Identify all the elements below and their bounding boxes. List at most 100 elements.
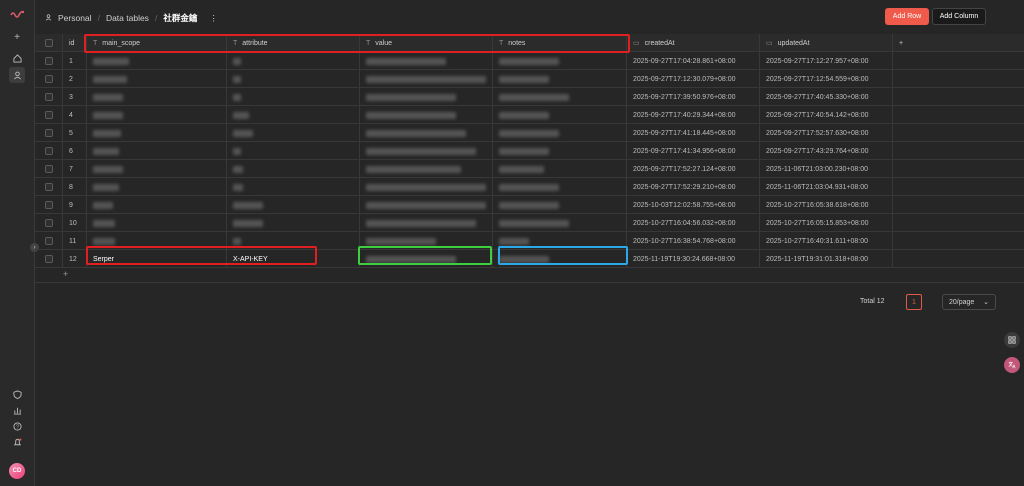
- cell-main-scope-redacted[interactable]: [87, 88, 227, 106]
- table-row[interactable]: 3 2025-09-27T17:39:50.976+08:00 2025-09-27…: [35, 88, 1024, 106]
- cell-value-redacted[interactable]: [360, 106, 493, 124]
- cell-updated-at[interactable]: 2025-09-27T17:12:54.559+08:00: [760, 70, 893, 88]
- table-row[interactable]: 9 2025-10-03T12:02:58.755+08:00 2025-10-27…: [35, 196, 1024, 214]
- cell-attribute-redacted[interactable]: [227, 124, 360, 142]
- row-checkbox[interactable]: [44, 147, 53, 155]
- breadcrumb-workspace[interactable]: Personal: [58, 13, 92, 23]
- page-size-select[interactable]: 20/page ⌄: [942, 294, 996, 310]
- row-select-cell[interactable]: [35, 178, 63, 196]
- row-select-cell[interactable]: [35, 70, 63, 88]
- row-checkbox[interactable]: [44, 57, 53, 65]
- row-checkbox[interactable]: [44, 219, 53, 227]
- row-checkbox[interactable]: [44, 75, 53, 83]
- cell-value-redacted[interactable]: [360, 196, 493, 214]
- table-row[interactable]: 1 2025-09-27T17:04:28.861+08:00 2025-09-27…: [35, 52, 1024, 70]
- row-select-cell[interactable]: [35, 106, 63, 124]
- cell-value-redacted[interactable]: [360, 70, 493, 88]
- logo-icon[interactable]: [9, 6, 25, 22]
- row-checkbox[interactable]: [44, 111, 53, 119]
- cell-main-scope-redacted[interactable]: [87, 70, 227, 88]
- cell-main-scope-redacted[interactable]: [87, 232, 227, 250]
- cell-attribute-redacted[interactable]: [227, 52, 360, 70]
- cell-notes-redacted[interactable]: [493, 88, 627, 106]
- cell-main-scope-redacted[interactable]: [87, 142, 227, 160]
- cell-value-redacted[interactable]: [360, 232, 493, 250]
- cell-updated-at[interactable]: 2025-09-27T17:40:54.142+08:00: [760, 106, 893, 124]
- cell-updated-at[interactable]: 2025-09-27T17:52:57.630+08:00: [760, 124, 893, 142]
- cell-updated-at[interactable]: 2025-09-27T17:40:45.330+08:00: [760, 88, 893, 106]
- row-checkbox[interactable]: [44, 129, 53, 137]
- table-row[interactable]: 11 2025-10-27T16:38:54.768+08:00 2025-10-2…: [35, 232, 1024, 250]
- table-row[interactable]: 8 2025-09-27T17:52:29.210+08:00 2025-11-06…: [35, 178, 1024, 196]
- add-column-plus-icon[interactable]: +: [893, 34, 1024, 52]
- cell-created-at[interactable]: 2025-09-27T17:41:18.445+08:00: [627, 124, 760, 142]
- cell-value-redacted[interactable]: [360, 142, 493, 160]
- more-options-icon[interactable]: ⋮: [209, 13, 218, 24]
- cell-updated-at[interactable]: 2025-09-27T17:12:27.957+08:00: [760, 52, 893, 70]
- cell-attribute-redacted[interactable]: [227, 106, 360, 124]
- help-icon[interactable]: ?: [9, 418, 25, 434]
- cell-notes-redacted[interactable]: [493, 52, 627, 70]
- table-row[interactable]: 4 2025-09-27T17:40:29.344+08:00 2025-09-27…: [35, 106, 1024, 124]
- cell-notes-redacted[interactable]: [493, 160, 627, 178]
- cell-main-scope-redacted[interactable]: [87, 196, 227, 214]
- cell-notes-redacted[interactable]: [493, 178, 627, 196]
- cell-value-redacted[interactable]: [360, 178, 493, 196]
- cell-notes-redacted[interactable]: [493, 232, 627, 250]
- cell-main-scope-redacted[interactable]: [87, 178, 227, 196]
- table-row[interactable]: 6 2025-09-27T17:41:34.956+08:00 2025-09-27…: [35, 142, 1024, 160]
- grid-icon[interactable]: [1004, 332, 1020, 348]
- cell-attribute-redacted[interactable]: [227, 70, 360, 88]
- cell-updated-at[interactable]: 2025-09-27T17:43:29.764+08:00: [760, 142, 893, 160]
- cell-created-at[interactable]: 2025-09-27T17:12:30.079+08:00: [627, 70, 760, 88]
- cell-value-redacted[interactable]: [360, 214, 493, 232]
- cell-created-at[interactable]: 2025-09-27T17:40:29.344+08:00: [627, 106, 760, 124]
- row-checkbox[interactable]: [44, 165, 53, 173]
- avatar[interactable]: CD: [9, 463, 25, 479]
- home-icon[interactable]: [9, 50, 25, 66]
- table-row[interactable]: 10 2025-10-27T16:04:56.032+08:00 2025-10-2…: [35, 214, 1024, 232]
- cell-created-at[interactable]: 2025-10-27T16:04:56.032+08:00: [627, 214, 760, 232]
- column-header-updated-at[interactable]: ▭ updatedAt: [760, 34, 893, 52]
- table-row[interactable]: 7 2025-09-27T17:52:27.124+08:00 2025-11-06…: [35, 160, 1024, 178]
- chart-icon[interactable]: [9, 402, 25, 418]
- cell-value-redacted[interactable]: [360, 124, 493, 142]
- cell-main-scope-redacted[interactable]: [87, 124, 227, 142]
- cell-value-redacted[interactable]: [360, 52, 493, 70]
- cell-updated-at[interactable]: 2025-11-06T21:03:00.230+08:00: [760, 160, 893, 178]
- cell-notes-redacted[interactable]: [493, 70, 627, 88]
- cell-created-at[interactable]: 2025-09-27T17:52:29.210+08:00: [627, 178, 760, 196]
- column-header-attribute[interactable]: Tattribute: [227, 34, 360, 52]
- add-column-button[interactable]: Add Column: [932, 8, 986, 25]
- cell-attribute-redacted[interactable]: [227, 88, 360, 106]
- cell-notes-redacted[interactable]: [493, 124, 627, 142]
- breadcrumb-section[interactable]: Data tables: [106, 13, 149, 23]
- cell-attribute-redacted[interactable]: [227, 160, 360, 178]
- row-select-cell[interactable]: [35, 88, 63, 106]
- row-select-cell[interactable]: [35, 160, 63, 178]
- cell-created-at[interactable]: 2025-09-27T17:04:28.861+08:00: [627, 52, 760, 70]
- select-all-cell[interactable]: [35, 34, 63, 52]
- row-checkbox[interactable]: [44, 255, 53, 263]
- add-icon[interactable]: +: [9, 29, 25, 45]
- add-row-plus-icon[interactable]: +: [63, 269, 68, 279]
- pagination-page-button[interactable]: 1: [906, 294, 922, 310]
- cell-attribute-redacted[interactable]: [227, 232, 360, 250]
- column-header-id[interactable]: id: [63, 34, 87, 52]
- row-select-cell[interactable]: [35, 232, 63, 250]
- row-checkbox[interactable]: [44, 201, 53, 209]
- cell-created-at[interactable]: 2025-09-27T17:39:50.976+08:00: [627, 88, 760, 106]
- cell-value-redacted[interactable]: [360, 160, 493, 178]
- table-row[interactable]: 2 2025-09-27T17:12:30.079+08:00 2025-09-27…: [35, 70, 1024, 88]
- cell-main-scope-redacted[interactable]: [87, 160, 227, 178]
- column-header-value[interactable]: Tvalue: [360, 34, 493, 52]
- cell-updated-at[interactable]: 2025-10-27T16:40:31.611+08:00: [760, 232, 893, 250]
- add-row-button[interactable]: Add Row: [885, 8, 929, 25]
- row-select-cell[interactable]: [35, 196, 63, 214]
- cell-created-at[interactable]: 2025-10-27T16:38:54.768+08:00: [627, 232, 760, 250]
- cell-updated-at[interactable]: 2025-11-06T21:03:04.931+08:00: [760, 178, 893, 196]
- cell-value-redacted[interactable]: [360, 88, 493, 106]
- select-all-checkbox[interactable]: [44, 39, 53, 47]
- cell-updated-at[interactable]: 2025-10-27T16:05:38.618+08:00: [760, 196, 893, 214]
- cell-attribute-redacted[interactable]: [227, 196, 360, 214]
